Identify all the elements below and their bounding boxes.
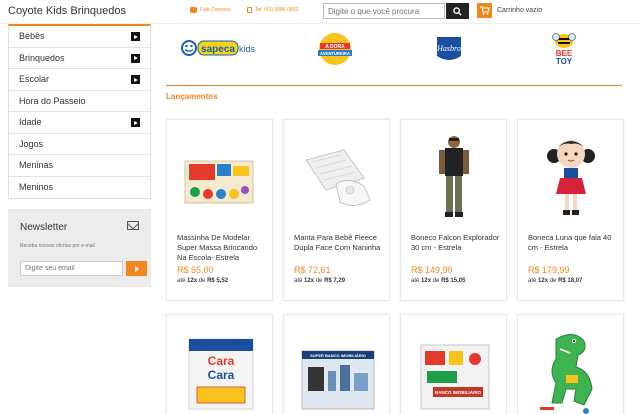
chevron-right-icon[interactable] (131, 32, 140, 41)
product-price: R$ 72,61 (294, 265, 331, 275)
newsletter-submit-button[interactable] (126, 261, 147, 276)
svg-text:A DORA: A DORA (325, 44, 345, 50)
newsletter-description: Receba nossas ofertas por e-mail (20, 243, 95, 249)
sidebar-item-label: Jogos (19, 138, 44, 149)
brand-dora[interactable]: A DORA AVENTUREIRA (313, 32, 357, 66)
product-price: R$ 55,00 (177, 265, 214, 275)
installment-info: até 12x de R$ 5,52 (177, 278, 229, 284)
svg-text:Cara: Cara (208, 368, 235, 382)
sidebar-item-bebes[interactable]: Bebês (9, 26, 150, 48)
product-image[interactable]: SUPER BANCO IMOBILIÁRIO (292, 323, 382, 414)
installment-info: até 12x de R$ 15,05 (411, 278, 466, 284)
product-name[interactable]: Massinha De Modelar Super Massa Brincand… (177, 233, 267, 263)
svg-text:kids: kids (239, 44, 256, 54)
phone-label: Tel. (41) 3086-0803 (255, 7, 299, 13)
product-card-super-banco-imobiliario[interactable]: SUPER BANCO IMOBILIÁRIO (283, 314, 390, 414)
product-card-cara-a-cara[interactable]: Cara Cara (166, 314, 273, 414)
cart-button[interactable] (477, 3, 492, 18)
store-name[interactable]: Coyote Kids Brinquedos (8, 5, 126, 17)
phone-link: Tel. (41) 3086-0803 (247, 7, 298, 13)
svg-text:Hasbro: Hasbro (436, 44, 461, 53)
product-card-dinossauro[interactable] (517, 314, 624, 414)
product-image[interactable] (409, 128, 499, 228)
search-icon (453, 6, 462, 16)
brand-hasbro[interactable]: Hasbro (433, 34, 465, 64)
sidebar-item-label: Brinquedos (19, 52, 65, 63)
product-image[interactable] (292, 128, 382, 228)
product-card-massinha[interactable]: Massinha De Modelar Super Massa Brincand… (166, 119, 273, 301)
svg-text:sapeca: sapeca (201, 44, 235, 55)
product-card-manta[interactable]: Manta Para Bebê Fleece Dupla Face Com Na… (283, 119, 390, 301)
brand-sapeca-kids[interactable]: sapeca kids (180, 38, 264, 58)
bee-toy-logo: BEE TOY (552, 33, 576, 66)
product-card-luna[interactable]: Boneca Luna que fala 40 cm - Estrela R$ … (517, 119, 624, 301)
envelope-icon (127, 221, 139, 230)
cart-label[interactable]: Carrinho vazio (497, 7, 542, 14)
product-card-banco-imobiliario[interactable]: BANCO IMOBILIÁRIO (400, 314, 507, 414)
product-image[interactable]: BANCO IMOBILIÁRIO (409, 323, 499, 414)
product-price: R$ 179,99 (528, 265, 570, 275)
svg-text:AVENTUREIRA: AVENTUREIRA (320, 51, 350, 56)
product-image[interactable] (526, 128, 616, 228)
newsletter-title: Newsletter (20, 222, 68, 233)
hasbro-logo: Hasbro (436, 37, 461, 60)
newsletter-email-input[interactable] (20, 261, 123, 276)
contact-label: Fale Conosco (200, 7, 231, 13)
chevron-right-icon[interactable] (131, 53, 140, 63)
svg-text:TOY: TOY (556, 57, 573, 66)
sidebar-item-hora-do-passeio[interactable]: Hora do Passeio (9, 91, 150, 112)
sidebar-item-label: Meninas (19, 160, 54, 171)
sidebar-item-label: Idade (19, 117, 42, 128)
product-image[interactable] (526, 323, 616, 414)
installment-info: até 12x de R$ 18,07 (528, 278, 583, 284)
header: Coyote Kids Brinquedos Fale Conosco Tel.… (0, 0, 640, 24)
sidebar-item-meninos[interactable]: Meninos (9, 177, 150, 199)
chevron-right-icon[interactable] (131, 118, 140, 127)
chat-icon (190, 7, 197, 13)
product-image[interactable]: Cara Cara (175, 323, 265, 414)
sidebar-item-brinquedos[interactable]: Brinquedos (9, 48, 150, 69)
phone-icon (247, 7, 252, 13)
brand-strip: sapeca kids A DORA AVENTUREIRA Hasbro BE… (166, 24, 622, 86)
svg-text:BANCO IMOBILIÁRIO: BANCO IMOBILIÁRIO (435, 389, 481, 395)
installment-info: até 12x de R$ 7,29 (294, 278, 346, 284)
contact-link[interactable]: Fale Conosco (190, 7, 231, 13)
newsletter-box: Newsletter Receba nossas ofertas por e-m… (8, 209, 151, 287)
section-title: Lançamentos (166, 92, 218, 101)
product-card-falcon[interactable]: Boneco Falcon Explorador 30 cm - Estrela… (400, 119, 507, 301)
chevron-right-icon[interactable] (131, 75, 140, 84)
search-button[interactable] (446, 3, 469, 19)
sidebar-item-label: Bebês (19, 31, 45, 42)
product-image[interactable] (175, 128, 265, 228)
sidebar-item-label: Hora do Passeio (19, 95, 86, 106)
sidebar-item-label: Meninos (19, 182, 54, 193)
sidebar-item-label: Escolar (19, 74, 50, 85)
product-price: R$ 149,90 (411, 265, 453, 275)
cart-icon (479, 6, 490, 15)
search-input[interactable] (323, 3, 445, 19)
sidebar-item-meninas[interactable]: Meninas (9, 155, 150, 177)
product-name[interactable]: Boneca Luna que fala 40 cm - Estrela (528, 233, 618, 253)
sidebar-item-escolar[interactable]: Escolar (9, 69, 150, 91)
product-name[interactable]: Boneco Falcon Explorador 30 cm - Estrela (411, 233, 501, 253)
category-menu: Bebês Brinquedos Escolar Hora do Passeio… (8, 24, 151, 199)
svg-text:Cara: Cara (208, 354, 235, 368)
sapeca-kids-logo: sapeca kids (181, 40, 256, 56)
svg-text:SUPER BANCO IMOBILIÁRIO: SUPER BANCO IMOBILIÁRIO (310, 353, 366, 358)
sidebar-item-jogos[interactable]: Jogos (9, 134, 150, 155)
brand-bee-toy[interactable]: BEE TOY (544, 32, 584, 66)
product-name[interactable]: Manta Para Bebê Fleece Dupla Face Com Na… (294, 233, 384, 253)
sidebar-item-idade[interactable]: Idade (9, 112, 150, 134)
dora-logo: A DORA AVENTUREIRA (318, 33, 352, 65)
sidebar: Bebês Brinquedos Escolar Hora do Passeio… (8, 24, 151, 199)
